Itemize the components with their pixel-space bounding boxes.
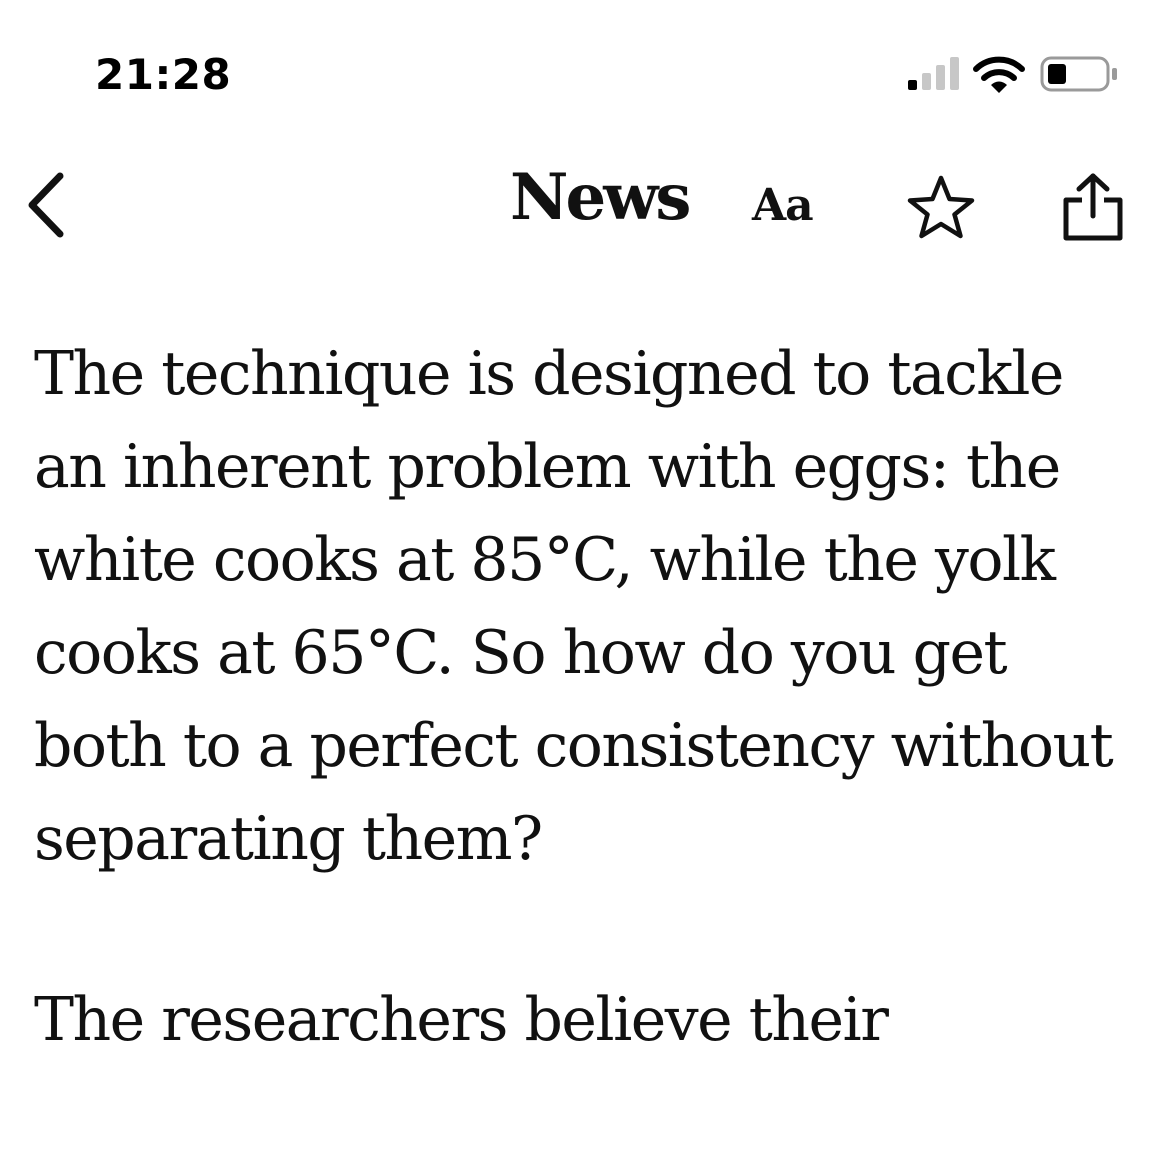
- battery-icon: [1040, 56, 1117, 92]
- navigation-bar: News Aa: [0, 150, 1170, 270]
- status-bar: 21:28: [0, 0, 1170, 150]
- article-paragraph: The researchers believe their: [34, 985, 889, 1055]
- article-body: The technique is designed to tackle an i…: [34, 328, 1144, 1155]
- chevron-left-icon: [28, 172, 64, 238]
- favorite-button[interactable]: [906, 174, 976, 240]
- article-paragraph: The technique is designed to tackle an i…: [34, 339, 1114, 874]
- wifi-icon: [973, 56, 1025, 93]
- status-time: 21:28: [95, 50, 232, 99]
- share-button[interactable]: [1060, 172, 1126, 242]
- back-button[interactable]: [22, 170, 72, 240]
- page-title: News: [510, 160, 691, 235]
- cellular-signal-icon: [908, 57, 959, 90]
- text-size-button[interactable]: Aa: [752, 180, 814, 231]
- share-icon: [1063, 173, 1123, 241]
- star-icon: [907, 175, 975, 239]
